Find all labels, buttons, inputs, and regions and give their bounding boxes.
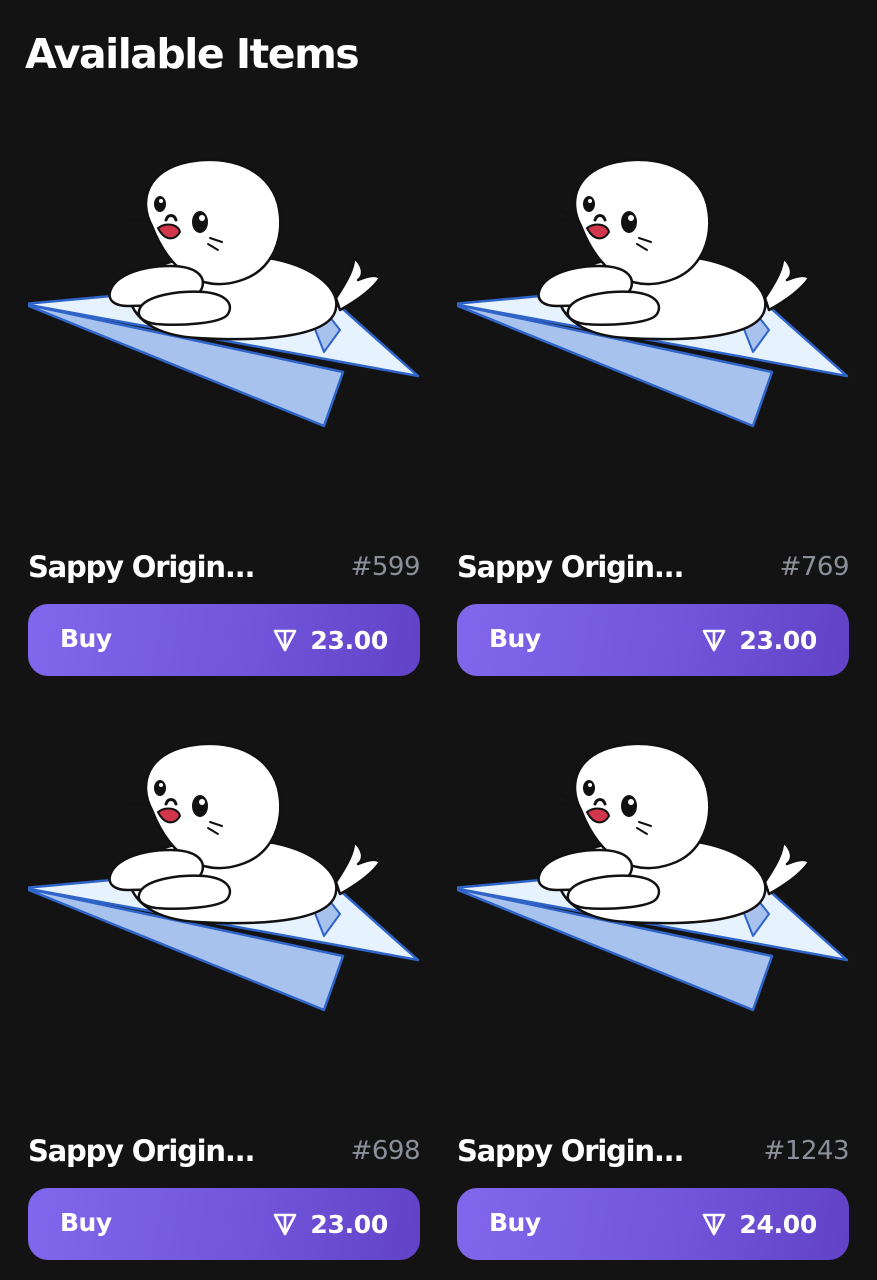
- item-number: #698: [350, 1136, 421, 1166]
- price-value: 23.00: [310, 625, 388, 655]
- ton-diamond-icon: [701, 627, 727, 653]
- buy-button-label: Buy: [489, 624, 541, 653]
- item-name: Sappy Origin...: [28, 1134, 255, 1168]
- page-title: Available Items: [25, 30, 360, 78]
- price: 23.00: [701, 624, 817, 656]
- item-name: Sappy Origin...: [457, 1134, 684, 1168]
- price: 23.00: [272, 624, 388, 656]
- price-value: 24.00: [739, 1209, 817, 1239]
- item-number: #1243: [763, 1136, 850, 1166]
- item-name: Sappy Origin...: [28, 550, 255, 584]
- buy-button[interactable]: Buy 23.00: [28, 604, 420, 676]
- price-value: 23.00: [310, 1209, 388, 1239]
- item-image[interactable]: [28, 140, 420, 540]
- item-image[interactable]: [28, 724, 420, 1124]
- seal-on-paper-plane-image: [457, 742, 849, 1012]
- ton-diamond-icon: [272, 627, 298, 653]
- buy-button-label: Buy: [60, 624, 112, 653]
- item-image[interactable]: [457, 140, 849, 540]
- ton-diamond-icon: [272, 1211, 298, 1237]
- seal-on-paper-plane-image: [28, 742, 420, 1012]
- buy-button-label: Buy: [489, 1208, 541, 1237]
- buy-button[interactable]: Buy 23.00: [28, 1188, 420, 1260]
- price: 24.00: [701, 1208, 817, 1240]
- buy-button-label: Buy: [60, 1208, 112, 1237]
- seal-on-paper-plane-image: [28, 158, 420, 428]
- price: 23.00: [272, 1208, 388, 1240]
- item-image[interactable]: [457, 724, 849, 1124]
- ton-diamond-icon: [701, 1211, 727, 1237]
- price-value: 23.00: [739, 625, 817, 655]
- item-number: #599: [350, 552, 421, 582]
- buy-button[interactable]: Buy 23.00: [457, 604, 849, 676]
- seal-on-paper-plane-image: [457, 158, 849, 428]
- item-name: Sappy Origin...: [457, 550, 684, 584]
- buy-button[interactable]: Buy 24.00: [457, 1188, 849, 1260]
- item-number: #769: [779, 552, 850, 582]
